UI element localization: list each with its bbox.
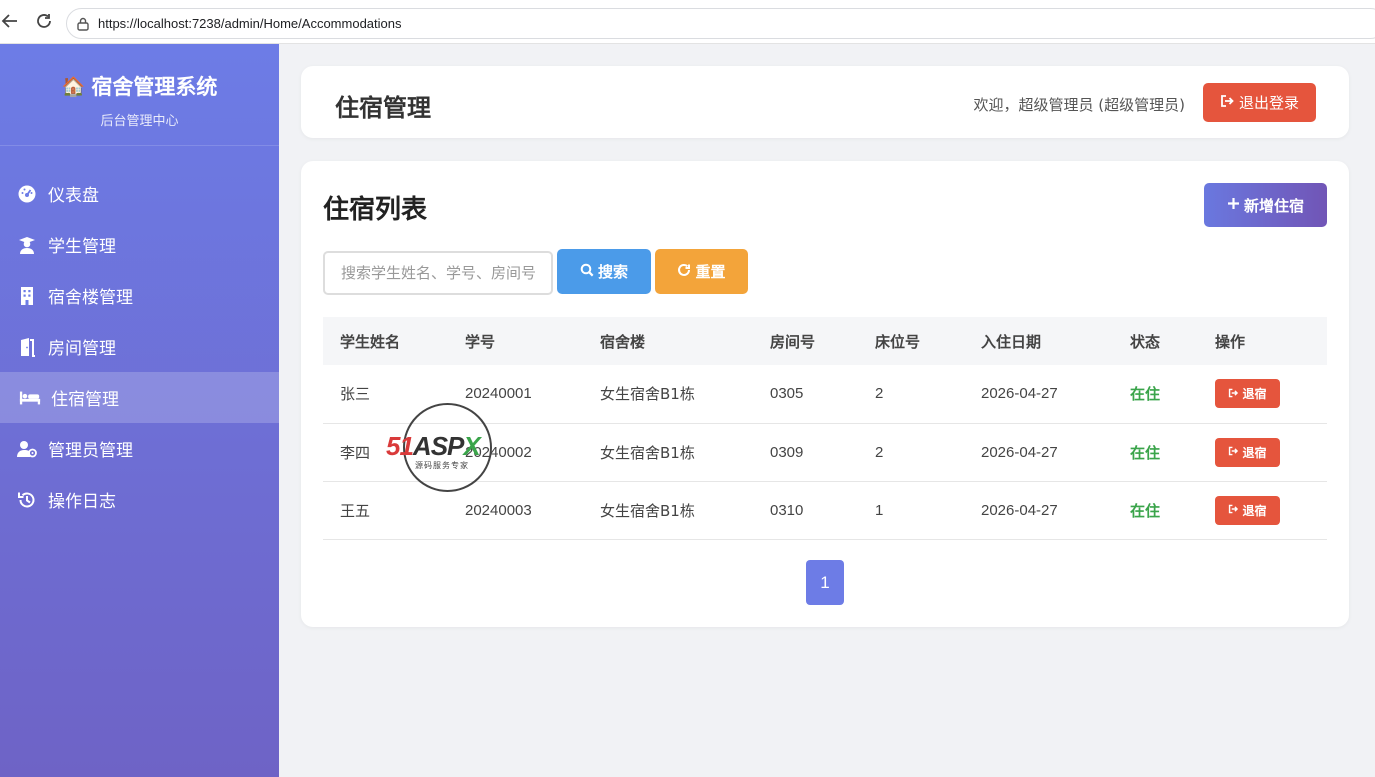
checkout-button[interactable]: 退宿 — [1215, 379, 1280, 409]
history-icon — [16, 489, 38, 511]
back-arrow-icon[interactable] — [0, 12, 20, 32]
sidebar-item-label: 住宿管理 — [51, 390, 119, 410]
building-name: 女生宿舍B1栋 — [600, 443, 695, 462]
column-header-room: 房间号 — [770, 332, 816, 351]
status-badge: 在住 — [1130, 385, 1161, 404]
brand: 🏠 宿舍管理系统 后台管理中心 — [0, 44, 279, 146]
url-text: https://localhost:7238/admin/Home/Accomm… — [98, 16, 402, 31]
checkout-label: 退宿 — [1242, 387, 1267, 402]
bed-number: 1 — [875, 501, 884, 519]
column-header-action: 操作 — [1215, 332, 1246, 351]
table-row: 张三 20240001 女生宿舍B1栋 0305 2 2026-04-27 在住… — [323, 365, 1327, 423]
dashboard-icon — [16, 183, 38, 205]
column-header-bed: 床位号 — [875, 332, 921, 351]
column-header-name: 学生姓名 — [340, 332, 401, 351]
pagination-page-1[interactable]: 1 — [806, 560, 844, 605]
sidebar-item-buildings[interactable]: 宿舍楼管理 — [0, 270, 279, 321]
student-name: 张三 — [340, 385, 371, 404]
logout-label: 退出登录 — [1238, 94, 1299, 112]
sidebar-item-label: 仪表盘 — [48, 186, 99, 206]
status-badge: 在住 — [1130, 501, 1161, 520]
plus-icon — [1227, 196, 1240, 214]
sidebar-item-label: 学生管理 — [48, 237, 116, 257]
door-icon — [16, 336, 38, 358]
bed-number: 2 — [875, 443, 884, 461]
student-name: 王五 — [340, 501, 371, 520]
reset-label: 重置 — [695, 263, 726, 281]
admin-user-icon — [16, 438, 38, 460]
welcome-text: 欢迎，超级管理员 (超级管理员) — [973, 96, 1185, 114]
student-icon — [16, 234, 38, 256]
checkout-label: 退宿 — [1242, 503, 1267, 518]
search-button[interactable]: 搜索 — [557, 249, 651, 294]
checkout-button[interactable]: 退宿 — [1215, 495, 1280, 525]
building-icon — [16, 285, 38, 307]
sidebar: 🏠 宿舍管理系统 后台管理中心 仪表盘 学生管理 宿舍楼管理 房间管理 住宿管理… — [0, 44, 279, 777]
checkout-label: 退宿 — [1242, 445, 1267, 460]
search-label: 搜索 — [597, 263, 628, 281]
brand-title: 🏠 宿舍管理系统 — [0, 44, 279, 101]
add-accommodation-button[interactable]: 新增住宿 — [1204, 183, 1327, 227]
add-label: 新增住宿 — [1243, 196, 1304, 215]
reload-icon[interactable] — [34, 12, 54, 32]
logout-button[interactable]: 退出登录 — [1203, 83, 1316, 122]
accommodation-table: 学生姓名 学号 宿舍楼 房间号 床位号 入住日期 状态 操作 张三 202400… — [323, 317, 1327, 540]
room-number: 0310 — [770, 501, 804, 519]
room-number: 0309 — [770, 443, 804, 461]
refresh-icon — [677, 263, 691, 281]
column-header-status: 状态 — [1130, 332, 1161, 351]
lock-icon[interactable] — [77, 16, 89, 31]
column-header-date: 入住日期 — [981, 332, 1042, 351]
brand-title-text: 宿舍管理系统 — [91, 75, 218, 99]
sidebar-menu: 仪表盘 学生管理 宿舍楼管理 房间管理 住宿管理 管理员管理 操作日志 — [0, 168, 279, 525]
sidebar-item-accommodations[interactable]: 住宿管理 — [0, 372, 279, 423]
top-header: 住宿管理 欢迎，超级管理员 (超级管理员) 退出登录 — [301, 66, 1349, 138]
checkin-date: 2026-04-27 — [981, 501, 1058, 519]
sidebar-item-label: 操作日志 — [48, 492, 116, 512]
bed-icon — [19, 387, 41, 409]
search-input[interactable] — [323, 251, 553, 295]
bed-number: 2 — [875, 385, 884, 403]
sidebar-item-students[interactable]: 学生管理 — [0, 219, 279, 270]
table-header-row: 学生姓名 学号 宿舍楼 房间号 床位号 入住日期 状态 操作 — [323, 317, 1327, 365]
address-bar[interactable]: https://localhost:7238/admin/Home/Accomm… — [66, 8, 1375, 39]
sidebar-item-dashboard[interactable]: 仪表盘 — [0, 168, 279, 219]
checkout-button[interactable]: 退宿 — [1215, 437, 1280, 467]
sidebar-item-label: 房间管理 — [48, 339, 116, 359]
list-card: 住宿列表 新增住宿 搜索 重置 — [301, 161, 1349, 627]
student-number: 20240003 — [465, 501, 532, 519]
student-number: 20240001 — [465, 385, 532, 403]
sign-out-icon — [1228, 387, 1239, 401]
sign-out-icon — [1228, 503, 1239, 517]
student-number: 20240002 — [465, 443, 532, 461]
main-content: 住宿管理 欢迎，超级管理员 (超级管理员) 退出登录 住宿列表 新增住宿 搜索学… — [279, 44, 1375, 777]
sidebar-item-label: 宿舍楼管理 — [48, 288, 133, 308]
sign-out-icon — [1220, 94, 1235, 112]
sidebar-item-admins[interactable]: 管理员管理 — [0, 423, 279, 474]
sidebar-item-label: 管理员管理 — [48, 441, 133, 461]
page-title: 住宿管理 — [335, 94, 431, 122]
search-icon — [580, 263, 594, 281]
browser-toolbar: https://localhost:7238/admin/Home/Accomm… — [0, 0, 1375, 44]
sign-out-icon — [1228, 445, 1239, 459]
table-row: 李四 20240002 女生宿舍B1栋 0309 2 2026-04-27 在住… — [323, 423, 1327, 481]
building-name: 女生宿舍B1栋 — [600, 501, 695, 520]
column-header-building: 宿舍楼 — [600, 332, 646, 351]
student-name: 李四 — [340, 443, 371, 462]
checkin-date: 2026-04-27 — [981, 385, 1058, 403]
reset-button[interactable]: 重置 — [655, 249, 748, 294]
house-icon: 🏠 — [61, 75, 86, 98]
column-header-student-no: 学号 — [465, 332, 496, 351]
sidebar-item-logs[interactable]: 操作日志 — [0, 474, 279, 525]
sidebar-item-rooms[interactable]: 房间管理 — [0, 321, 279, 372]
building-name: 女生宿舍B1栋 — [600, 385, 695, 404]
table-row: 王五 20240003 女生宿舍B1栋 0310 1 2026-04-27 在住… — [323, 481, 1327, 539]
checkin-date: 2026-04-27 — [981, 443, 1058, 461]
room-number: 0305 — [770, 385, 804, 403]
list-title: 住宿列表 — [323, 195, 428, 225]
brand-subtitle: 后台管理中心 — [100, 114, 179, 129]
status-badge: 在住 — [1130, 443, 1161, 462]
